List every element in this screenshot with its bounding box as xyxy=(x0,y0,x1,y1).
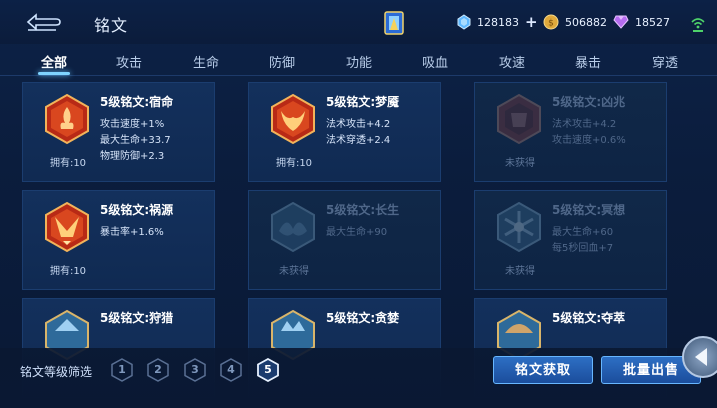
level-3-label: 3 xyxy=(191,363,199,376)
wifi-signal-icon xyxy=(691,18,705,32)
currency-diamond: 18527 xyxy=(613,13,670,31)
red-cards-emblem-icon xyxy=(45,201,89,253)
inscription-card-mingxiang[interactable]: 5级铭文:冥想 最大生命+60 每5秒回血+7 未获得 xyxy=(474,190,667,290)
owned-count: 未获得 xyxy=(505,158,535,169)
inscription-stat: 最大生命+33.7 xyxy=(100,135,171,146)
inscription-stat: 最大生命+90 xyxy=(326,227,388,238)
inscription-name: 5级铭文:冥想 xyxy=(552,203,626,217)
owned-count: 未获得 xyxy=(279,266,309,277)
inscription-stat: 每5秒回血+7 xyxy=(552,243,614,254)
purple-diamond-icon xyxy=(613,15,629,29)
active-tab-indicator xyxy=(38,72,70,75)
diamond-count: 18527 xyxy=(635,15,670,29)
inscription-screen: 铭文 128183 + $ 506882 18527 全部 攻击 生命 防御 功… xyxy=(0,0,717,408)
inscription-name: 5级铭文:长生 xyxy=(326,203,400,217)
level-1-label: 1 xyxy=(118,363,126,376)
tab-defense[interactable]: 防御 xyxy=(257,52,307,71)
inscription-stat: 法术攻击+4.2 xyxy=(552,119,617,130)
tab-attack-speed[interactable]: 攻速 xyxy=(487,52,537,71)
level-filter-1[interactable]: 1 xyxy=(111,358,133,382)
inscription-card-xiongzhao[interactable]: 5级铭文:凶兆 法术攻击+4.2 攻击速度+0.6% 未获得 xyxy=(474,82,667,182)
inscription-stat: 暴击率+1.6% xyxy=(100,227,164,238)
inscription-card-suming[interactable]: 5级铭文:宿命 攻击速度+1% 最大生命+33.7 物理防御+2.3 拥有:10 xyxy=(22,82,215,182)
currency-gold: $ 506882 xyxy=(543,13,607,31)
gold-count: 506882 xyxy=(565,15,607,29)
inscription-stat: 法术穿透+2.4 xyxy=(326,135,391,146)
red-flame-emblem-icon xyxy=(45,93,89,145)
owned-count: 拥有:10 xyxy=(49,266,87,277)
page-title: 铭文 xyxy=(94,16,129,35)
add-crystal-button[interactable]: + xyxy=(525,14,538,30)
inscription-name: 5级铭文:祸源 xyxy=(100,203,174,217)
tab-all[interactable]: 全部 xyxy=(29,52,79,71)
tab-health[interactable]: 生命 xyxy=(181,52,231,71)
tab-crit[interactable]: 暴击 xyxy=(563,52,613,71)
level-filter-3[interactable]: 3 xyxy=(184,358,206,382)
owned-count: 拥有:10 xyxy=(275,158,313,169)
gold-coin-icon: $ xyxy=(543,14,559,30)
level-filter-2[interactable]: 2 xyxy=(147,358,169,382)
inscription-stat: 攻击速度+1% xyxy=(100,119,165,130)
inscription-card-changsheng[interactable]: 5级铭文:长生 最大生命+90 未获得 xyxy=(248,190,441,290)
left-arrow-icon xyxy=(695,348,707,366)
inscription-name: 5级铭文:狩猎 xyxy=(100,311,174,325)
blue-snowflake-emblem-icon xyxy=(497,201,541,253)
level-filter-4[interactable]: 4 xyxy=(220,358,242,382)
inscription-name: 5级铭文:凶兆 xyxy=(552,95,626,109)
inscription-card-mengyan[interactable]: 5级铭文:梦魇 法术攻击+4.2 法术穿透+2.4 拥有:10 xyxy=(248,82,441,182)
level-5-label: 5 xyxy=(264,363,272,376)
red-mask-emblem-icon xyxy=(497,93,541,145)
level-filter-5[interactable]: 5 xyxy=(257,358,279,382)
level-filter-label: 铭文等级筛选 xyxy=(20,365,93,379)
inscription-card-huoyuan[interactable]: 5级铭文:祸源 暴击率+1.6% 拥有:10 xyxy=(22,190,215,290)
red-horn-emblem-icon xyxy=(271,93,315,145)
side-drawer-handle[interactable] xyxy=(682,336,717,378)
level-2-label: 2 xyxy=(154,363,162,376)
currency-crystal: 128183 + xyxy=(457,13,538,31)
inscription-name: 5级铭文:贪婪 xyxy=(326,311,400,325)
tab-attack[interactable]: 攻击 xyxy=(104,52,154,71)
back-arrow-icon[interactable] xyxy=(22,12,62,32)
blue-crystal-icon xyxy=(457,14,471,30)
level-4-label: 4 xyxy=(227,363,235,376)
get-inscription-button[interactable]: 铭文获取 xyxy=(493,356,593,384)
svg-text:$: $ xyxy=(548,19,554,29)
top-bar: 铭文 128183 + $ 506882 18527 xyxy=(0,0,717,44)
inscription-page-icon[interactable] xyxy=(383,10,405,36)
inscription-name: 5级铭文:梦魇 xyxy=(326,95,400,109)
inscription-stat: 最大生命+60 xyxy=(552,227,614,238)
tab-penetration[interactable]: 穿透 xyxy=(640,52,690,71)
inscription-name: 5级铭文:宿命 xyxy=(100,95,174,109)
tab-function[interactable]: 功能 xyxy=(334,52,384,71)
category-tabs: 全部 攻击 生命 防御 功能 吸血 攻速 暴击 穿透 xyxy=(0,44,717,76)
owned-count: 拥有:10 xyxy=(49,158,87,169)
owned-count: 未获得 xyxy=(505,266,535,277)
inscription-stat: 攻击速度+0.6% xyxy=(552,135,626,146)
crystal-count: 128183 xyxy=(477,15,519,29)
blue-wing-emblem-icon xyxy=(271,201,315,253)
tab-lifesteal[interactable]: 吸血 xyxy=(410,52,460,71)
inscription-name: 5级铭文:夺萃 xyxy=(552,311,626,325)
inscription-stat: 法术攻击+4.2 xyxy=(326,119,391,130)
bottom-bar: 铭文等级筛选 1 2 3 4 5 铭文获取 批量出售 xyxy=(0,348,717,408)
